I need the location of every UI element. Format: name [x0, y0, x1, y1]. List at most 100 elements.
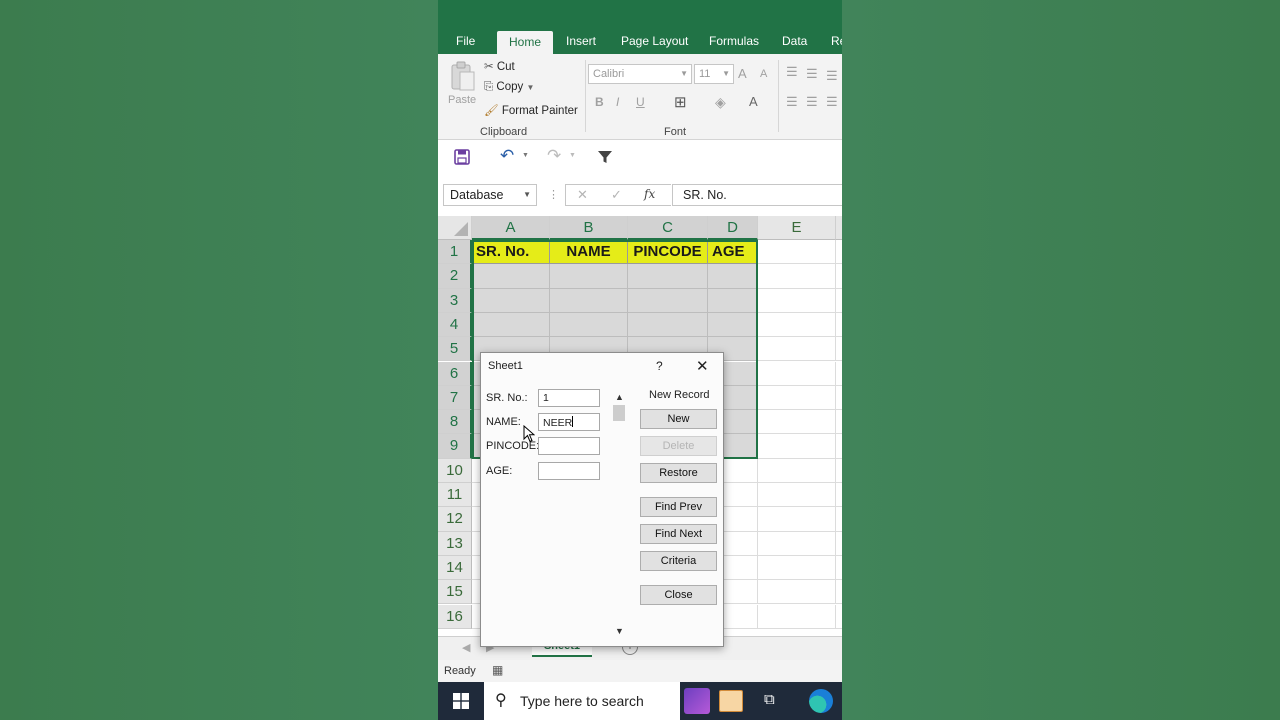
cell-f13[interactable]	[836, 532, 842, 556]
grow-font-button[interactable]: A	[738, 66, 747, 81]
align-middle-icon[interactable]: ☰	[806, 66, 818, 82]
help-button[interactable]: ?	[656, 359, 663, 373]
cell-f8[interactable]	[836, 410, 842, 435]
cell-f12[interactable]	[836, 507, 842, 532]
tab-formulas[interactable]: Formulas	[709, 34, 759, 48]
cell-f3[interactable]	[836, 289, 842, 313]
cell-f4[interactable]	[836, 313, 842, 338]
cell-e2[interactable]	[758, 264, 836, 289]
underline-button[interactable]: U	[636, 95, 645, 109]
cell-c4[interactable]	[628, 312, 708, 338]
column-header-d[interactable]: D	[708, 216, 758, 240]
cell-e7[interactable]	[758, 385, 836, 411]
cell-e8[interactable]	[758, 410, 836, 435]
undo-icon[interactable]: ↶	[500, 146, 514, 166]
row-header-15[interactable]: 15	[438, 580, 472, 605]
cell-d3[interactable]	[708, 288, 758, 313]
criteria-button[interactable]: Criteria	[640, 551, 717, 571]
field-input-name[interactable]: NEER	[538, 413, 600, 431]
cell-f1[interactable]	[836, 240, 842, 265]
accessibility-icon[interactable]: ▦	[492, 663, 503, 677]
taskbar-search-box[interactable]: ⚲ Type here to search	[484, 682, 680, 720]
column-header-a[interactable]: A	[472, 216, 550, 240]
cut-button[interactable]: ✂ Cut	[484, 59, 515, 73]
align-left-icon[interactable]: ☰	[786, 94, 798, 110]
insert-function-icon[interactable]: fx	[644, 187, 655, 201]
redo-icon[interactable]: ↷	[547, 146, 561, 166]
cell-b2[interactable]	[550, 264, 628, 289]
field-input-pincode[interactable]	[538, 437, 600, 455]
cell-a4[interactable]	[472, 312, 550, 338]
cell-f16[interactable]	[836, 605, 842, 629]
bold-button[interactable]: B	[595, 95, 604, 109]
field-input-age[interactable]	[538, 462, 600, 480]
cell-a3[interactable]	[472, 288, 550, 313]
cell-e14[interactable]	[758, 555, 836, 581]
row-header-2[interactable]: 2	[438, 264, 472, 289]
cell-e13[interactable]	[758, 531, 836, 556]
cell-f11[interactable]	[836, 483, 842, 508]
cell-d1[interactable]: AGE	[708, 240, 758, 265]
new-button[interactable]: New	[640, 409, 717, 429]
row-header-7[interactable]: 7	[438, 385, 472, 411]
task-view-icon[interactable]: ⧉	[764, 691, 775, 708]
tab-data[interactable]: Data	[782, 34, 807, 48]
align-center-icon[interactable]: ☰	[806, 94, 818, 110]
windows-start-icon[interactable]	[453, 693, 469, 709]
close-icon[interactable]: ✕	[696, 357, 709, 375]
cell-e5[interactable]	[758, 337, 836, 362]
cell-f6[interactable]	[836, 362, 842, 386]
cell-f5[interactable]	[836, 337, 842, 362]
chevron-down-icon[interactable]: ▼	[522, 152, 529, 159]
font-size-select[interactable]: 11 ▼	[694, 64, 734, 84]
row-header-10[interactable]: 10	[438, 458, 472, 483]
cell-e9[interactable]	[758, 434, 836, 459]
row-header-12[interactable]: 12	[438, 507, 472, 532]
row-header-8[interactable]: 8	[438, 410, 472, 435]
cell-f14[interactable]	[836, 556, 842, 581]
cell-e3[interactable]	[758, 288, 836, 313]
cell-e15[interactable]	[758, 580, 836, 605]
tab-home[interactable]: Home	[497, 31, 554, 55]
cell-b1[interactable]: NAME	[550, 240, 628, 265]
cell-f7[interactable]	[836, 386, 842, 411]
cell-e11[interactable]	[758, 483, 836, 508]
cell-e12[interactable]	[758, 507, 836, 532]
column-header-e[interactable]: E	[758, 216, 836, 240]
cell-e16[interactable]	[758, 604, 836, 629]
tab-page-layout[interactable]: Page Layout	[621, 34, 688, 48]
shrink-font-button[interactable]: A	[760, 68, 767, 80]
cell-f2[interactable]	[836, 264, 842, 289]
chevron-up-icon[interactable]: ▲	[615, 392, 624, 402]
align-bottom-icon[interactable]: ☰	[826, 68, 838, 84]
delete-button[interactable]: Delete	[640, 436, 717, 456]
row-header-6[interactable]: 6	[438, 361, 472, 386]
paste-button[interactable]: Paste	[446, 58, 476, 118]
cell-f10[interactable]	[836, 459, 842, 483]
cell-e10[interactable]	[758, 458, 836, 483]
fill-color-icon[interactable]: ◈	[715, 94, 726, 111]
save-icon[interactable]	[454, 149, 470, 165]
enter-icon[interactable]: ✓	[611, 187, 622, 203]
cell-e1[interactable]	[758, 240, 836, 265]
align-right-icon[interactable]: ☰	[826, 94, 838, 110]
field-input-sr-no[interactable]: 1	[538, 389, 600, 407]
find-next-button[interactable]: Find Next	[640, 524, 717, 544]
tab-review[interactable]: Re	[831, 34, 842, 48]
row-header-4[interactable]: 4	[438, 312, 472, 338]
tab-file[interactable]: File	[456, 34, 475, 48]
close-button[interactable]: Close	[640, 585, 717, 605]
row-header-1[interactable]: 1	[438, 240, 472, 265]
formula-input[interactable]: SR. No.	[672, 184, 842, 206]
font-color-button[interactable]: A	[749, 94, 758, 109]
column-header-c[interactable]: C	[628, 216, 708, 240]
row-header-16[interactable]: 16	[438, 604, 472, 629]
chevron-down-icon[interactable]: ▼	[569, 152, 576, 159]
cell-c2[interactable]	[628, 264, 708, 289]
restore-button[interactable]: Restore	[640, 463, 717, 483]
cell-e4[interactable]	[758, 312, 836, 338]
cell-b3[interactable]	[550, 288, 628, 313]
name-box[interactable]: Database ▼	[443, 184, 537, 206]
tab-insert[interactable]: Insert	[566, 34, 596, 48]
row-header-5[interactable]: 5	[438, 337, 472, 362]
